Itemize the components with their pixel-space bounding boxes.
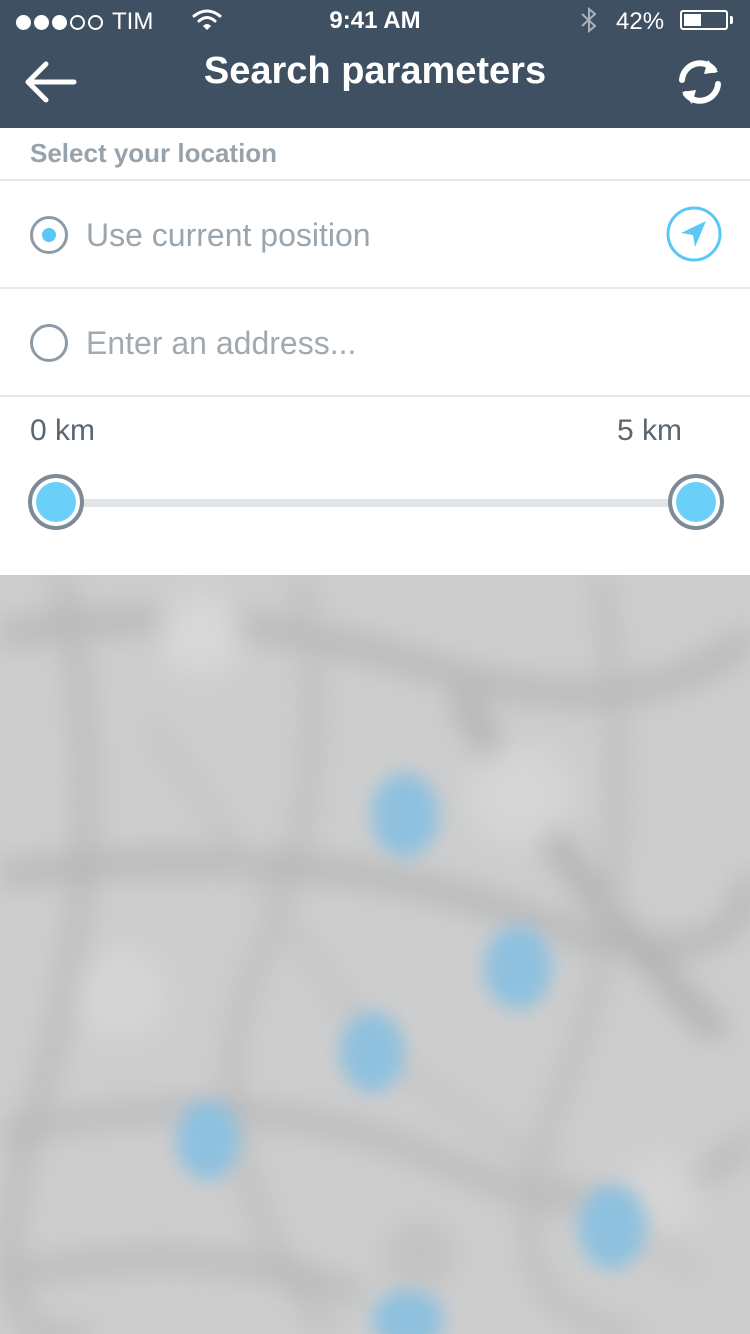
status-bar: TIM 9:41 AM 42% [0, 0, 750, 40]
distance-slider-track[interactable] [60, 499, 690, 507]
refresh-icon[interactable] [672, 54, 728, 110]
map-view[interactable] [0, 575, 750, 1334]
navigation-header: TIM 9:41 AM 42% Search parameters [0, 0, 750, 128]
map-canvas [0, 575, 750, 1334]
divider [0, 287, 750, 289]
distance-slider-min-thumb[interactable] [28, 474, 84, 530]
distance-slider-max-thumb[interactable] [668, 474, 724, 530]
radio-enter-address[interactable] [30, 324, 68, 362]
location-arrow-icon[interactable] [666, 206, 722, 262]
battery-tip [730, 16, 733, 24]
radio-current-position[interactable] [30, 216, 68, 254]
divider [0, 395, 750, 397]
battery-icon [680, 10, 728, 30]
page-title: Search parameters [203, 50, 547, 92]
radio-selected-dot [42, 228, 56, 242]
current-position-label: Use current position [86, 217, 371, 253]
section-title: Select your location [30, 138, 278, 168]
bluetooth-icon [581, 6, 597, 34]
range-min-label: 0 km [30, 414, 96, 447]
address-input[interactable] [86, 320, 706, 366]
battery-fill [684, 14, 701, 26]
range-max-label: 5 km [617, 414, 683, 447]
battery-percent: 42% [616, 8, 665, 35]
option-current-position[interactable]: Use current position [0, 181, 750, 287]
